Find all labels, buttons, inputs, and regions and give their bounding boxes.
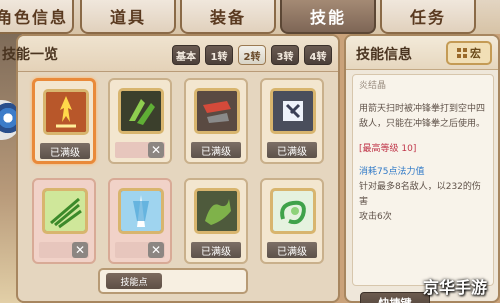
skill-status-badge: 已满级: [267, 242, 317, 258]
tab-character-info[interactable]: 角色信息: [0, 0, 74, 34]
skill-info-panel: 技能信息 宏 炎结晶 用箭天扫时被冲锋拳打到空中四敌人，只能在冲锋拳之后使用。 …: [344, 34, 500, 303]
job-advancement-filters: 基本 1转 2转 3转 4转: [172, 45, 332, 65]
skill-card[interactable]: 已满级: [184, 78, 248, 164]
locked-x-icon: ✕: [72, 242, 88, 258]
tab-equipment[interactable]: 装备: [180, 0, 276, 34]
ghost-punch-icon: [270, 88, 316, 134]
skill-status-badge: 已满级: [40, 143, 90, 159]
tab-quests[interactable]: 任务: [380, 0, 476, 34]
flame-sword-icon: [43, 89, 89, 135]
menu-tab-bar: 角色信息 道具 装备 技能 任务: [0, 0, 500, 34]
skill-card[interactable]: 已满级: [260, 178, 324, 264]
skill-description-box: 炎结晶 用箭天扫时被冲锋拳打到空中四敌人，只能在冲锋拳之后使用。 [最高等级 1…: [352, 74, 494, 286]
macro-grid-icon: [457, 48, 467, 58]
filter-4th-job-button[interactable]: 4转: [304, 45, 332, 65]
skill-card[interactable]: ✕: [108, 78, 172, 164]
filter-1st-job-button[interactable]: 1转: [205, 45, 233, 65]
skill-info-header: 技能信息 宏: [346, 36, 498, 70]
skill-card[interactable]: 已满级: [32, 78, 96, 164]
skill-damage-line-1: 针对最多8名敌人，以232的伤害: [359, 182, 481, 207]
skill-name: 炎结晶: [359, 81, 387, 91]
filter-3rd-job-button[interactable]: 3转: [271, 45, 299, 65]
tab-items[interactable]: 道具: [80, 0, 176, 34]
skill-status-badge: 已满级: [191, 242, 241, 258]
leaf-fan-icon: [42, 188, 88, 234]
skill-info-title: 技能信息: [356, 47, 412, 63]
skill-grid: 已满级 ✕ 已满级 已满级 ✕ ✕ 已满级 已满级: [24, 78, 336, 278]
skill-status-badge: 已满级: [267, 142, 317, 158]
skill-mp-cost: 消耗75点法力值: [359, 167, 425, 177]
skill-card[interactable]: 已满级: [260, 78, 324, 164]
skill-card[interactable]: ✕: [108, 178, 172, 264]
red-fist-icon: [194, 88, 240, 134]
skill-status-badge: 已满级: [191, 142, 241, 158]
filter-basic-button[interactable]: 基本: [172, 45, 200, 65]
tab-skills[interactable]: 技能: [280, 0, 376, 34]
macro-button-label: 宏: [470, 47, 481, 60]
skill-list-panel: 技能一览 基本 1转 2转 3转 4转 已满级 ✕ 已满级 已满级 ✕ ✕ 已满…: [2, 34, 340, 303]
skill-points-label: 技能点: [106, 273, 162, 289]
green-claw-icon: [118, 88, 164, 134]
skill-damage-line-2: 攻击6次: [359, 212, 392, 222]
skill-list-title: 技能一览: [2, 47, 58, 63]
skill-max-level: [最高等级 10]: [359, 144, 417, 154]
skill-list-header: 技能一览 基本 1转 2转 3转 4转: [2, 36, 338, 72]
macro-button[interactable]: 宏: [446, 41, 492, 65]
skill-card[interactable]: 已满级: [184, 178, 248, 264]
dragon-claw-icon: [194, 188, 240, 234]
skill-description: 用箭天扫时被冲锋拳打到空中四敌人，只能在冲锋拳之后使用。: [359, 104, 486, 129]
green-dragon-icon: [270, 188, 316, 234]
filter-2nd-job-button[interactable]: 2转: [238, 45, 266, 65]
skill-card[interactable]: ✕: [32, 178, 96, 264]
skill-points-bar: 技能点: [98, 268, 248, 294]
locked-x-icon: ✕: [148, 142, 164, 158]
locked-x-icon: ✕: [148, 242, 164, 258]
blue-tornado-icon: [118, 188, 164, 234]
site-watermark: 京华手游: [422, 278, 487, 297]
